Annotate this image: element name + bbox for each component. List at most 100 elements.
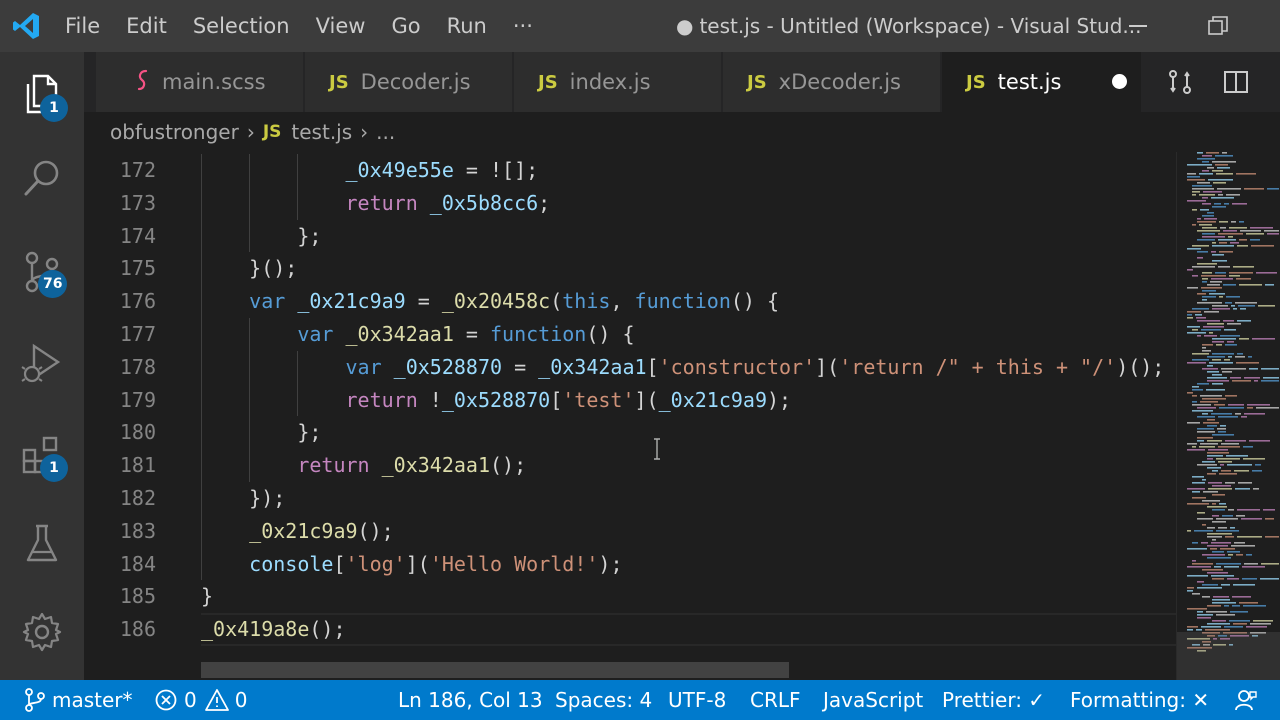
cursor-position[interactable]: Ln 186, Col 13 (398, 680, 543, 720)
minimap-line (1187, 587, 1194, 589)
run-debug-button[interactable] (0, 322, 84, 406)
warning-icon (204, 689, 229, 711)
minimap-line (1235, 302, 1257, 304)
branch-indicator[interactable]: master* (24, 680, 133, 720)
minimap-line (1207, 455, 1223, 457)
menu-run[interactable]: Run (434, 0, 500, 52)
menu-more[interactable]: ··· (500, 0, 546, 52)
code-token: _0x342aa1 (538, 354, 647, 379)
minimap-line (1212, 485, 1231, 487)
minimap-line (1206, 389, 1225, 391)
open-changes-button[interactable] (1152, 52, 1208, 112)
minimap-line (1218, 431, 1226, 433)
menu-go[interactable]: Go (378, 0, 433, 52)
minimap[interactable] (1176, 152, 1280, 680)
horizontal-scrollbar[interactable] (201, 662, 789, 678)
language-mode[interactable]: JavaScript (823, 680, 923, 720)
minimap-line (1192, 497, 1206, 499)
minimap-line (1203, 491, 1218, 493)
split-editor-button[interactable] (1208, 52, 1264, 112)
minimap-line (1233, 584, 1255, 586)
minimap-line (1218, 233, 1243, 235)
minimap-line (1219, 242, 1227, 244)
minimap-line (1204, 218, 1217, 220)
code-line[interactable]: _0x419a8e(); (201, 613, 1176, 646)
tab-xdecoder-js[interactable]: JS xDecoder.js (723, 52, 941, 112)
minimap-line (1211, 413, 1232, 415)
breadcrumb-file[interactable]: test.js (291, 120, 352, 144)
minimap-preview (1187, 152, 1279, 652)
menu-view[interactable]: View (303, 0, 379, 52)
formatting-status[interactable]: Formatting: ✕ (1070, 680, 1209, 720)
prettier-status[interactable]: Prettier: ✓ (942, 680, 1045, 720)
problems-indicator[interactable]: 0 0 (154, 680, 247, 720)
code-token: function (490, 321, 587, 346)
menu-file[interactable]: File (52, 0, 113, 52)
restore-button[interactable] (1188, 0, 1248, 52)
menu-selection[interactable]: Selection (180, 0, 303, 52)
minimap-line (1207, 506, 1227, 508)
code-line[interactable]: }(); (201, 252, 1176, 286)
minimap-line (1202, 161, 1209, 163)
minimap-line (1255, 464, 1261, 466)
encoding-indicator[interactable]: UTF-8 (668, 680, 726, 720)
menu-edit[interactable]: Edit (113, 0, 180, 52)
feedback-button[interactable] (1234, 680, 1264, 720)
tab-decoder-js[interactable]: JS Decoder.js (305, 52, 513, 112)
explorer-button[interactable]: 1 (0, 52, 84, 136)
search-button[interactable] (0, 136, 84, 220)
breadcrumb-folder[interactable]: obfustronger (110, 120, 239, 144)
code-line[interactable]: console['log']('Hello World!'); (201, 547, 1176, 581)
minimap-line (1192, 593, 1200, 595)
minimap-line (1202, 296, 1216, 298)
code-line[interactable]: }; (201, 416, 1176, 450)
extensions-button[interactable]: 1 (0, 412, 84, 496)
code-line[interactable]: } (201, 580, 1176, 613)
minimap-line (1203, 326, 1224, 328)
code-lines[interactable]: _0x49e55e = ![]; return _0x5b8cc6; }; }(… (201, 154, 1176, 646)
minimap-line (1264, 230, 1279, 232)
minimap-line (1243, 458, 1265, 460)
code-editor[interactable]: 172 173 174 175 176 177 178 179 180 181 … (84, 152, 1176, 680)
tab-index-js[interactable]: JS index.js (514, 52, 722, 112)
tab-main-scss[interactable]: main.scss (96, 52, 304, 112)
minimap-line (1192, 266, 1215, 268)
minimap-line (1230, 377, 1241, 379)
code-token: )(); (1116, 354, 1165, 379)
minimap-line (1212, 620, 1226, 622)
search-icon (24, 160, 59, 196)
minimap-line (1212, 338, 1236, 340)
code-line[interactable]: var _0x342aa1 = function() { (201, 317, 1176, 351)
minimap-slider[interactable] (1177, 632, 1280, 680)
minimap-line (1187, 503, 1209, 505)
source-control-button[interactable]: 76 (0, 230, 84, 314)
manage-button[interactable] (0, 590, 84, 674)
code-line[interactable]: return _0x342aa1(); (201, 449, 1176, 482)
code-token: , (610, 289, 635, 314)
minimap-line (1197, 257, 1203, 259)
tab-test-js[interactable]: JS test.js (942, 52, 1142, 112)
code-line[interactable]: }); (201, 481, 1176, 515)
minimap-line (1211, 278, 1233, 280)
code-line[interactable]: var _0x21c9a9 = _0x20458c(this, function… (201, 285, 1176, 318)
minimap-line (1214, 404, 1225, 406)
unsaved-dot-icon[interactable] (1112, 74, 1127, 89)
eol-indicator[interactable]: CRLF (750, 680, 801, 720)
code-line[interactable]: _0x21c9a9(); (201, 514, 1176, 548)
minimap-line (1187, 575, 1208, 577)
breadcrumb-more[interactable]: ... (376, 120, 395, 144)
code-line[interactable]: return _0x5b8cc6; (201, 186, 1176, 220)
minimap-line (1212, 383, 1223, 385)
minimap-line (1212, 578, 1224, 580)
code-line[interactable]: var _0x528870 = _0x342aa1['constructor']… (201, 350, 1176, 384)
minimap-line (1226, 296, 1240, 298)
code-line[interactable]: _0x49e55e = ![]; (201, 154, 1176, 187)
minimize-button[interactable] (1108, 0, 1168, 52)
minimap-line (1231, 221, 1236, 223)
testing-button[interactable] (0, 502, 84, 586)
indentation-indicator[interactable]: Spaces: 4 (555, 680, 652, 720)
code-line[interactable]: }; (201, 219, 1176, 253)
line-number: 177 (119, 321, 156, 346)
minimap-line (1212, 353, 1234, 355)
code-line[interactable]: return !_0x528870['test'](_0x21c9a9); (201, 383, 1176, 417)
